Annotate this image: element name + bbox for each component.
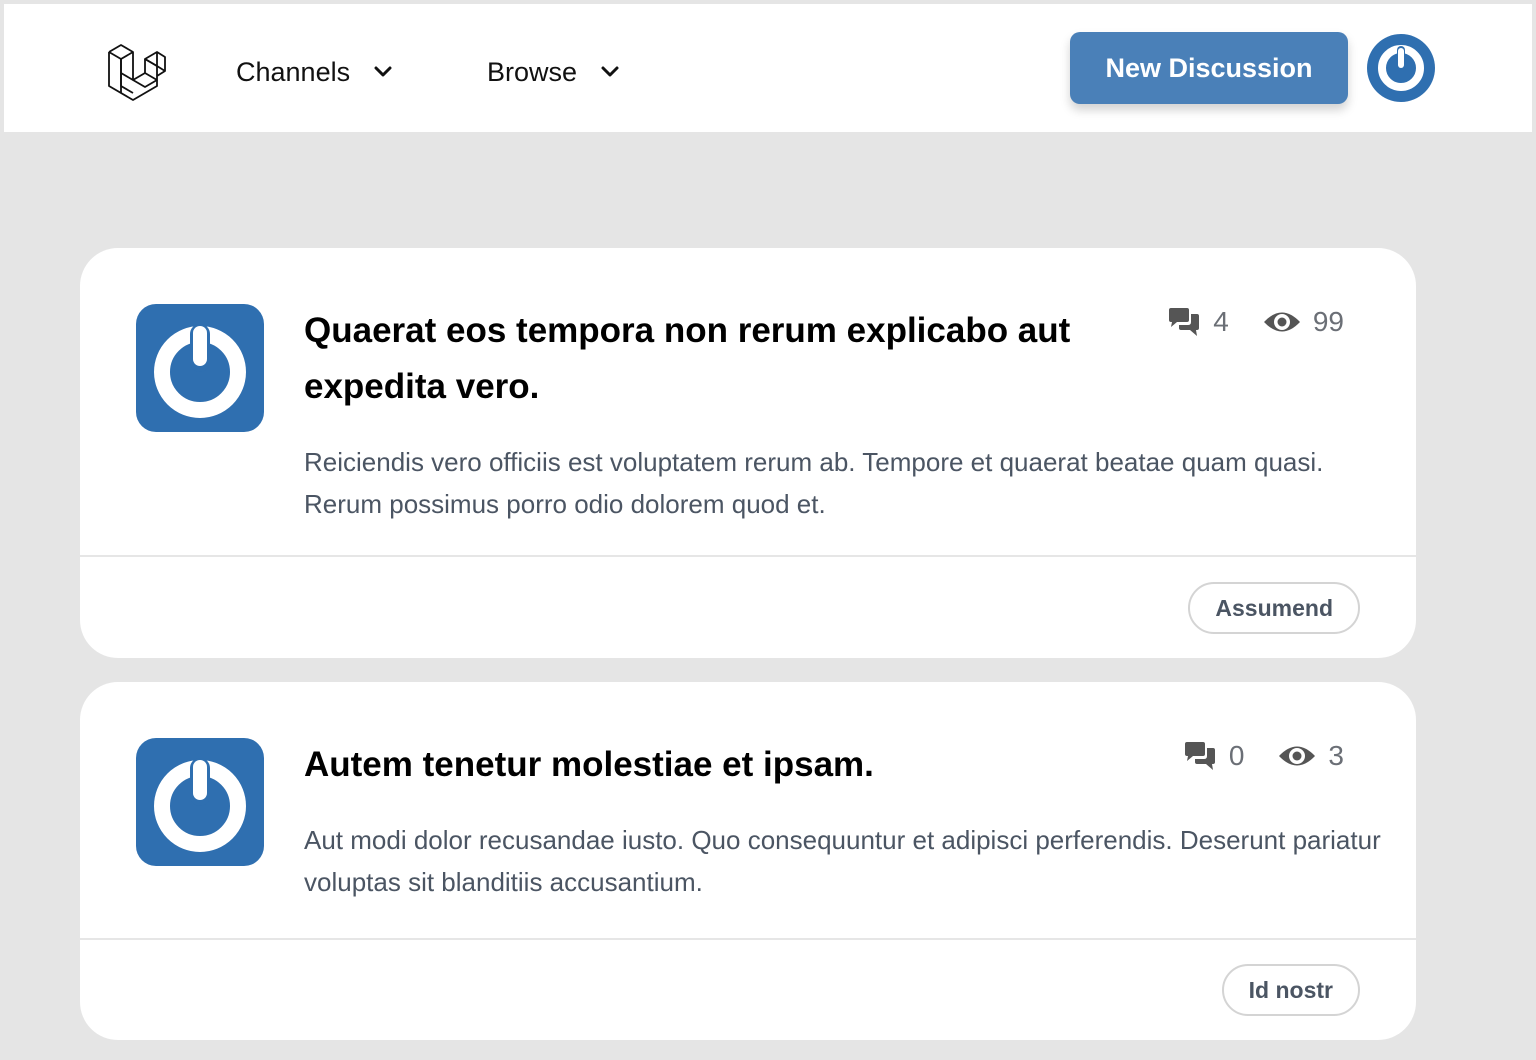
channel-tag[interactable]: Id nostr — [1221, 964, 1360, 1016]
chevron-down-icon — [601, 66, 619, 77]
discussion-title[interactable]: Quaerat eos tempora non rerum explicabo … — [304, 303, 1104, 415]
replies-count: 0 — [1183, 740, 1245, 772]
views-count-value: 3 — [1328, 740, 1344, 771]
comments-icon — [1184, 742, 1215, 770]
discussion-card[interactable]: Quaerat eos tempora non rerum explicabo … — [80, 248, 1416, 658]
discussion-excerpt: Aut modi dolor recusandae iusto. Quo con… — [304, 825, 1381, 897]
views-count: 99 — [1263, 306, 1344, 338]
eye-icon — [1263, 312, 1300, 332]
comments-icon — [1169, 308, 1200, 336]
power-icon — [1378, 45, 1424, 91]
discussion-excerpt: Reiciendis vero officiis est voluptatem … — [304, 447, 1324, 519]
user-avatar[interactable] — [1367, 34, 1435, 102]
replies-count-value: 0 — [1228, 740, 1245, 771]
channels-dropdown[interactable]: Channels — [236, 52, 394, 92]
replies-count-value: 4 — [1213, 306, 1229, 337]
card-divider — [80, 555, 1416, 557]
power-icon — [154, 758, 246, 852]
discussion-stats: 4 99 — [1167, 306, 1344, 338]
channels-label: Channels — [236, 56, 351, 87]
chevron-down-icon — [374, 66, 392, 77]
views-count-value: 99 — [1312, 306, 1344, 337]
author-avatar[interactable] — [136, 304, 264, 432]
new-discussion-button[interactable]: New Discussion — [1070, 32, 1348, 104]
browse-label: Browse — [487, 56, 578, 87]
discussion-stats: 0 3 — [1183, 740, 1344, 772]
channel-tag[interactable]: Assumend — [1188, 582, 1360, 634]
top-navbar: Channels Browse New Discussion — [4, 4, 1532, 132]
laravel-logo-icon[interactable] — [107, 40, 167, 102]
author-avatar[interactable] — [136, 738, 264, 866]
discussion-card[interactable]: Autem tenetur molestiae et ipsam. 0 3 Au… — [80, 682, 1416, 1040]
card-divider — [80, 938, 1416, 940]
browse-dropdown[interactable]: Browse — [487, 52, 621, 92]
replies-count: 4 — [1167, 306, 1229, 338]
power-icon — [154, 324, 246, 418]
eye-icon — [1279, 746, 1316, 766]
views-count: 3 — [1278, 740, 1344, 772]
discussion-title[interactable]: Autem tenetur molestiae et ipsam. — [304, 737, 1104, 793]
